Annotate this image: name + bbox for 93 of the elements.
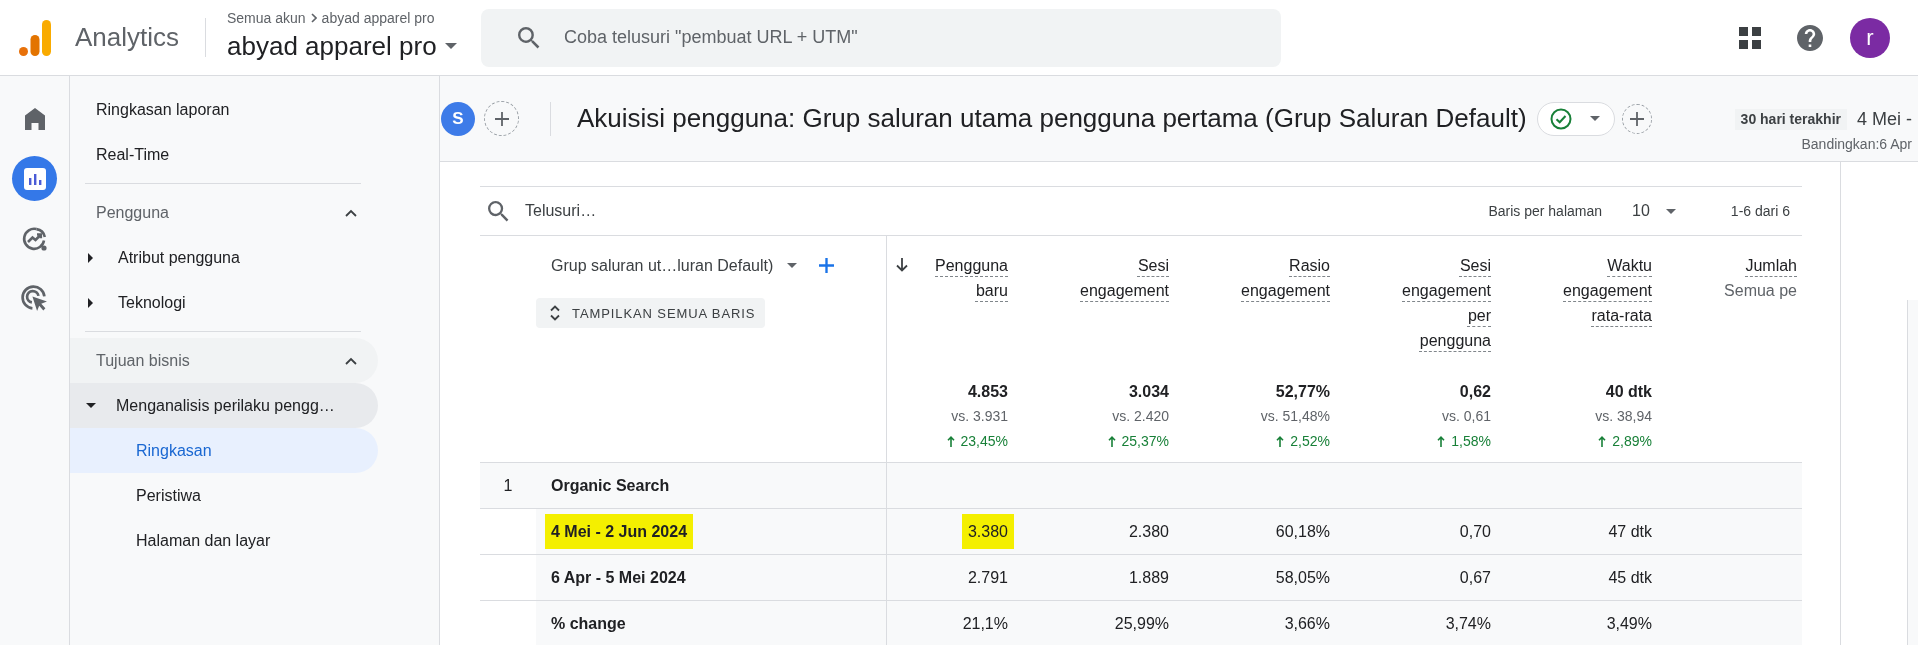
cell-value: 0,70 [1459, 522, 1491, 542]
nav-item[interactable]: Halaman dan layar [70, 518, 378, 563]
change-percent: 1,58% [1451, 432, 1491, 451]
cell-value: 0,67 [1459, 568, 1491, 588]
cell-value: 2.791 [967, 568, 1008, 588]
analytics-logo-icon [19, 19, 51, 56]
row-label: Organic Search [551, 476, 670, 495]
nav-item[interactable]: Ringkasan [70, 428, 378, 473]
add-dimension-button[interactable] [819, 258, 835, 273]
change-percent: 25,37% [1121, 432, 1169, 451]
cell-value: 1.889 [1128, 568, 1169, 588]
column-header[interactable]: Waktu engagement rata-rata [1557, 253, 1652, 328]
unfold-icon [550, 305, 560, 321]
caret-down-icon [787, 263, 798, 268]
report-status-dropdown[interactable] [1536, 101, 1615, 136]
target-cursor-icon [21, 285, 48, 312]
chevron-right-icon [310, 13, 317, 23]
comparison-date-text: Bandingkan:6 Apr [1801, 136, 1912, 152]
cell-value: 58,05% [1275, 568, 1330, 588]
column-subtitle: Semua pe [1724, 281, 1797, 301]
cell-value: 60,18% [1275, 522, 1330, 542]
home-icon [24, 107, 45, 130]
nav-section-header[interactable]: Tujuan bisnis [70, 338, 378, 383]
total-value: 52,77% [1275, 382, 1330, 402]
comparison-value: vs. 38,94 [1595, 407, 1652, 426]
column-header[interactable]: Rasio engagement [1235, 253, 1330, 303]
row-label: % change [551, 614, 626, 634]
total-value: 3.034 [1128, 382, 1169, 402]
total-value: 4.853 [967, 382, 1008, 402]
comparison-value: vs. 3.931 [951, 407, 1008, 426]
help-icon [1797, 24, 1823, 51]
column-header[interactable]: Sesi engagement per pengguna [1396, 253, 1491, 353]
column-header[interactable]: Jumlah [1745, 253, 1797, 278]
cell-value: 2.380 [1128, 522, 1169, 542]
cell-value: 3,49% [1606, 614, 1652, 634]
rows-per-page-label: Baris per halaman [1488, 203, 1603, 219]
nav-item[interactable]: Atribut pengguna [70, 235, 378, 280]
search-icon [488, 200, 509, 222]
dimension-dropdown[interactable]: Grup saluran ut…luran Default) [551, 256, 798, 275]
caret-down-icon [1589, 116, 1600, 121]
search-icon [518, 26, 540, 49]
cell-value: 3,74% [1445, 614, 1491, 634]
scrollbar-thumb[interactable] [1907, 300, 1918, 645]
cell-value: 47 dtk [1608, 522, 1652, 542]
nav-item[interactable]: Real-Time [70, 132, 378, 177]
comparison-value: vs. 0,61 [1441, 407, 1491, 426]
reports-button[interactable] [12, 156, 57, 201]
caret-down-icon [1665, 208, 1676, 214]
bar-chart-icon [23, 167, 46, 190]
trend-chart-icon [21, 225, 48, 252]
search-field[interactable]: Coba telusuri "pembuat URL + UTM" [481, 8, 1281, 67]
app-name: Analytics [75, 22, 180, 53]
nav-item[interactable]: Teknologi [70, 280, 378, 325]
arrow-down-icon [896, 258, 908, 272]
date-preset-chip: 30 hari terakhir [1734, 109, 1847, 130]
nav-item[interactable]: Menganalisis perilaku pengg… [70, 383, 378, 428]
nav-item[interactable]: Ringkasan laporan [70, 87, 378, 132]
show-all-rows-button[interactable]: TAMPILKAN SEMUA BARIS [536, 298, 766, 328]
cell-value: 3,66% [1284, 614, 1330, 634]
account-avatar[interactable]: r [1850, 17, 1890, 58]
total-value: 40 dtk [1605, 382, 1652, 402]
plus-icon [494, 111, 509, 126]
row-number: 1 [503, 476, 513, 495]
change-percent: 2,52% [1290, 432, 1330, 451]
cell-value: 25,99% [1114, 614, 1169, 634]
change-percent: 2,89% [1612, 432, 1652, 451]
property-selector[interactable]: abyad apparel pro [227, 30, 481, 62]
rows-per-page-dropdown[interactable]: 10 [1632, 202, 1676, 220]
nav-item[interactable]: Peristiwa [70, 473, 378, 518]
nav-section-header[interactable]: Pengguna [70, 190, 378, 235]
total-value: 0,62 [1459, 382, 1491, 402]
change-percent: 23,45% [960, 432, 1008, 451]
row-label: 6 Apr - 5 Mei 2024 [551, 568, 686, 588]
cell-value: 45 dtk [1608, 568, 1652, 588]
breadcrumb-link[interactable]: Semua akun [227, 9, 306, 27]
comparison-value: vs. 2.420 [1112, 407, 1169, 426]
column-header[interactable]: Sesi engagement [1074, 253, 1169, 303]
cell-value: 3.380 [961, 514, 1014, 549]
check-circle-icon [1549, 107, 1572, 130]
cell-value: 21,1% [962, 614, 1008, 634]
row-label: 4 Mei - 2 Jun 2024 [545, 514, 694, 549]
report-title: Akuisisi pengguna: Grup saluran utama pengguna pertama (Grup Saluran Default) [577, 103, 1527, 134]
plus-icon [819, 258, 835, 273]
pagination-text: 1-6 dari 6 [1730, 203, 1790, 219]
comparison-avatar[interactable]: S [441, 101, 475, 136]
apps-grid-icon [1739, 26, 1761, 49]
breadcrumb-link[interactable]: abyad apparel pro [321, 9, 435, 27]
column-header[interactable]: Pengguna baru [896, 253, 1008, 303]
table-search-field[interactable]: Telusuri… [525, 196, 805, 226]
plus-icon [1629, 111, 1644, 126]
date-range-button[interactable]: 4 Mei - [1857, 109, 1912, 130]
caret-down-icon [444, 43, 457, 49]
comparison-value: vs. 51,48% [1260, 407, 1330, 426]
